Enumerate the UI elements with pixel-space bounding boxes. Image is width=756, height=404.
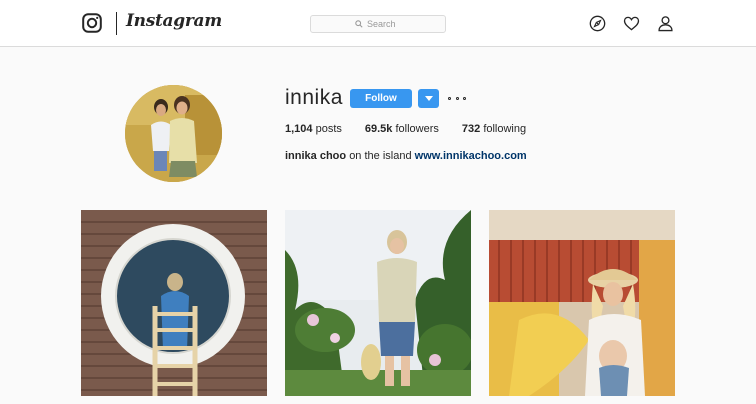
post-thumbnail[interactable] <box>285 210 471 396</box>
dot <box>463 96 466 100</box>
search-icon <box>355 20 363 28</box>
profile-stats: 1,104 posts 69.5k followers 732 followin… <box>285 123 549 135</box>
posts-label: posts <box>315 123 342 135</box>
search-box[interactable] <box>310 15 446 33</box>
profile-bio: innika choo on the island www.innikachoo… <box>285 150 527 162</box>
search-input[interactable] <box>367 19 401 29</box>
following-count: 732 <box>461 123 481 135</box>
following-label: following <box>483 123 527 135</box>
chevron-down-icon <box>424 96 433 101</box>
post-thumbnail[interactable] <box>489 210 675 396</box>
explore-icon[interactable] <box>589 15 606 32</box>
logo-divider <box>116 12 117 35</box>
instagram-camera-logo-icon[interactable] <box>82 13 102 33</box>
dot <box>448 96 451 100</box>
heart-icon[interactable] <box>623 15 640 32</box>
profile-icon[interactable] <box>657 15 674 32</box>
posts-count: 1,104 <box>285 123 313 135</box>
following-stat[interactable]: 732 following <box>462 123 526 135</box>
profile-avatar[interactable] <box>125 85 222 182</box>
post-photo <box>489 210 675 396</box>
followers-label: followers <box>395 123 439 135</box>
profile-username: innika <box>285 86 343 109</box>
profile-full-name: innika choo <box>285 150 347 162</box>
bio-text: on the island <box>349 150 412 162</box>
posts-stat: 1,104 posts <box>285 123 342 135</box>
more-options-button[interactable] <box>448 92 466 104</box>
suggested-accounts-dropdown-button[interactable] <box>418 89 439 108</box>
instagram-wordmark-logo[interactable]: Instagram <box>126 11 222 31</box>
avatar-photo <box>125 85 222 182</box>
post-photo <box>285 210 471 396</box>
top-navigation-bar: Instagram <box>0 0 756 47</box>
post-photo <box>81 210 267 396</box>
followers-count: 69.5k <box>364 123 393 135</box>
follow-button[interactable]: Follow <box>350 89 412 108</box>
followers-stat[interactable]: 69.5k followers <box>365 123 439 135</box>
dot <box>455 96 459 100</box>
post-thumbnail[interactable] <box>81 210 267 396</box>
bio-website-link[interactable]: www.innikachoo.com <box>415 150 527 162</box>
